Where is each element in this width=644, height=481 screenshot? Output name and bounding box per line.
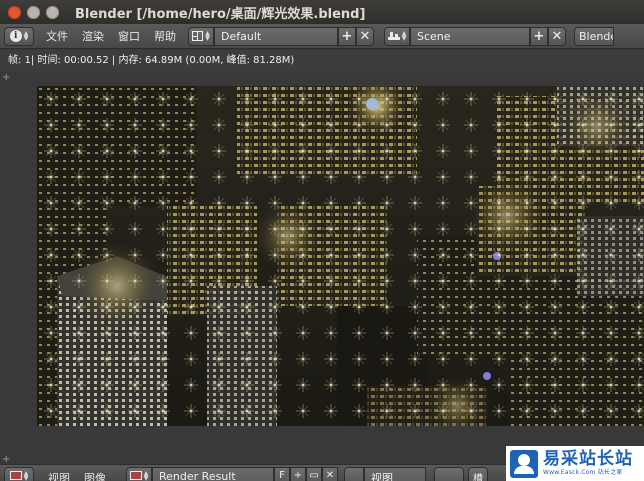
delete-scene-button[interactable]: ✕ xyxy=(548,26,566,46)
screen-layout-selector[interactable]: ▲ ▼ xyxy=(188,26,214,46)
window-maximize-button[interactable] xyxy=(46,5,59,19)
fake-user-button[interactable]: F xyxy=(274,467,290,481)
add-layout-button[interactable]: + xyxy=(338,26,356,46)
window-minimize-button[interactable] xyxy=(27,5,40,19)
render-result-image xyxy=(37,86,644,426)
screen-layout-field[interactable]: Default xyxy=(214,26,338,46)
window-titlebar: Blender [/home/hero/桌面/辉光效果.blend] xyxy=(0,0,644,24)
new-image-button[interactable]: + xyxy=(290,467,306,481)
watermark-subtitle: Www.Easck.Com 站长之家 xyxy=(543,469,623,476)
menu-window[interactable]: 窗口 xyxy=(118,28,140,44)
image-name-field[interactable]: Render Result xyxy=(152,467,274,481)
info-icon: i xyxy=(9,30,22,42)
view-mode-selector[interactable] xyxy=(344,467,364,481)
menu-render[interactable]: 渲染 xyxy=(82,28,104,44)
updown-icon: ▲ ▼ xyxy=(205,30,210,42)
screen-layout-icon xyxy=(192,31,204,41)
delete-layout-button[interactable]: ✕ xyxy=(356,26,374,46)
render-engine-selector[interactable]: Blender Render xyxy=(574,26,614,46)
updown-icon: ▲ ▼ xyxy=(23,470,29,481)
updown-icon: ▲ ▼ xyxy=(143,470,149,481)
add-scene-button[interactable]: + xyxy=(530,26,548,46)
window-close-button[interactable] xyxy=(8,5,21,19)
watermark-title: 易采站长站 xyxy=(543,449,633,469)
site-watermark: 易采站长站 Www.Easck.Com 站长之家 xyxy=(506,446,644,481)
menu-view[interactable]: 视图 xyxy=(48,470,70,481)
image-browse-button[interactable]: ▲ ▼ xyxy=(126,467,152,481)
scene-selector[interactable]: ▲ ▼ xyxy=(384,26,410,46)
info-header: i ▲ ▼ 文件 渲染 窗口 帮助 ▲ ▼ Default + ✕ ▲ ▼ Scene… xyxy=(0,24,644,49)
watermark-text: 易采站长站 Www.Easck.Com 站长之家 xyxy=(543,450,633,477)
view-mode-field[interactable]: 视图 xyxy=(364,467,426,481)
editor-type-button[interactable]: ▲ ▼ xyxy=(4,467,34,481)
scene-icon xyxy=(387,31,400,41)
plus-icon: + xyxy=(341,28,353,44)
updown-icon: ▲ ▼ xyxy=(401,30,407,42)
slot-button[interactable]: 槽 xyxy=(468,467,488,481)
menu-file[interactable]: 文件 xyxy=(46,28,68,44)
pivot-button[interactable] xyxy=(434,467,464,481)
image-icon xyxy=(129,471,142,480)
folder-icon: ▭ xyxy=(309,470,319,481)
editor-type-button[interactable]: i ▲ ▼ xyxy=(4,26,34,46)
watermark-logo-icon xyxy=(510,449,538,478)
close-icon: ✕ xyxy=(325,470,335,481)
plus-icon: + xyxy=(293,470,303,481)
menu-help[interactable]: 帮助 xyxy=(154,28,176,44)
close-icon: ✕ xyxy=(551,28,563,44)
image-editor-area[interactable]: + + xyxy=(0,72,644,465)
image-editor-icon xyxy=(9,471,22,480)
plus-icon: + xyxy=(533,28,545,44)
window-title: Blender [/home/hero/桌面/辉光效果.blend] xyxy=(75,6,366,22)
close-icon: ✕ xyxy=(359,28,371,44)
render-info-bar: 帧: 1| 时间: 00:00.52 | 内存: 64.89M (0.00M, … xyxy=(0,50,644,72)
unlink-image-button[interactable]: ✕ xyxy=(322,467,338,481)
open-image-button[interactable]: ▭ xyxy=(306,467,322,481)
scene-field[interactable]: Scene xyxy=(410,26,530,46)
area-split-handle[interactable]: + xyxy=(2,72,10,83)
menu-image[interactable]: 图像 xyxy=(84,470,106,481)
updown-icon: ▲ ▼ xyxy=(23,30,29,42)
